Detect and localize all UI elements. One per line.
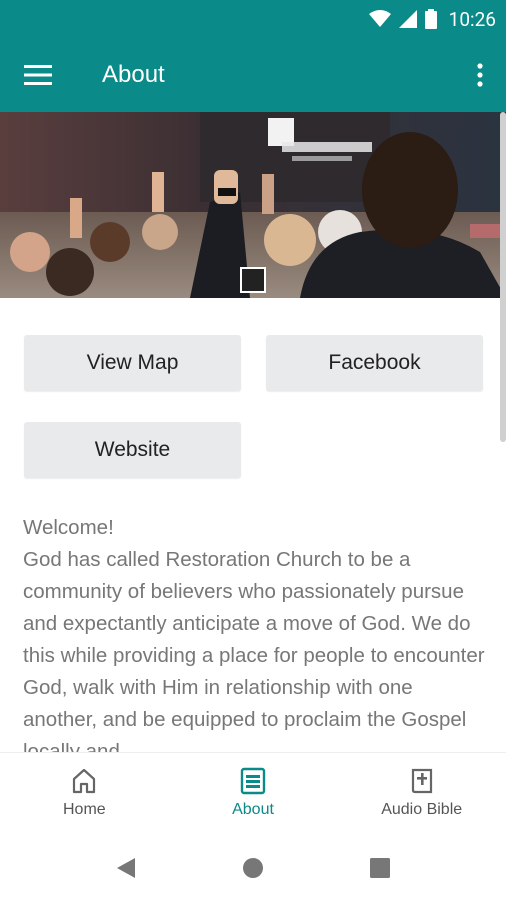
scrollbar-thumb[interactable] [500, 112, 506, 442]
website-label: Website [94, 438, 171, 461]
hero-image [0, 112, 506, 298]
system-navigation-bar [0, 836, 506, 900]
about-page-icon [240, 767, 266, 795]
page-title: About [102, 61, 165, 88]
status-time: 10:26 [448, 7, 496, 31]
view-map-button[interactable]: View Map [24, 335, 241, 391]
more-vert-icon [477, 63, 483, 87]
back-triangle-icon[interactable] [115, 856, 137, 880]
nav-item-audio-bible[interactable]: Audio Bible [337, 753, 506, 837]
battery-icon [424, 9, 437, 29]
home-icon [73, 768, 96, 794]
welcome-text: Welcome! God has called Restoration Chur… [23, 516, 485, 752]
wifi-icon [368, 10, 391, 27]
recents-square-icon[interactable] [370, 858, 390, 878]
facebook-label: Facebook [328, 351, 421, 374]
status-bar: 10:26 [0, 0, 506, 38]
cell-signal-icon [398, 10, 417, 28]
view-map-label: View Map [86, 351, 179, 374]
nav-label-about: About [232, 801, 274, 818]
website-button[interactable]: Website [24, 422, 241, 478]
nav-label-home: Home [62, 801, 106, 818]
app-bar: About [0, 38, 506, 112]
nav-label-audio-bible: Audio Bible [381, 801, 463, 818]
nav-item-about[interactable]: About [169, 753, 338, 837]
bible-icon [411, 768, 432, 794]
hamburger-menu-icon [24, 65, 52, 85]
more-options-button[interactable] [468, 56, 492, 94]
nav-item-home[interactable]: Home [0, 753, 169, 837]
facebook-button[interactable]: Facebook [266, 335, 483, 391]
hamburger-menu-button[interactable] [18, 56, 58, 94]
church-worship-photo [0, 112, 506, 298]
status-icons: 10:26 [368, 0, 496, 38]
bottom-navigation: Home About Audio Bible [0, 752, 506, 837]
home-circle-icon[interactable] [242, 857, 264, 879]
